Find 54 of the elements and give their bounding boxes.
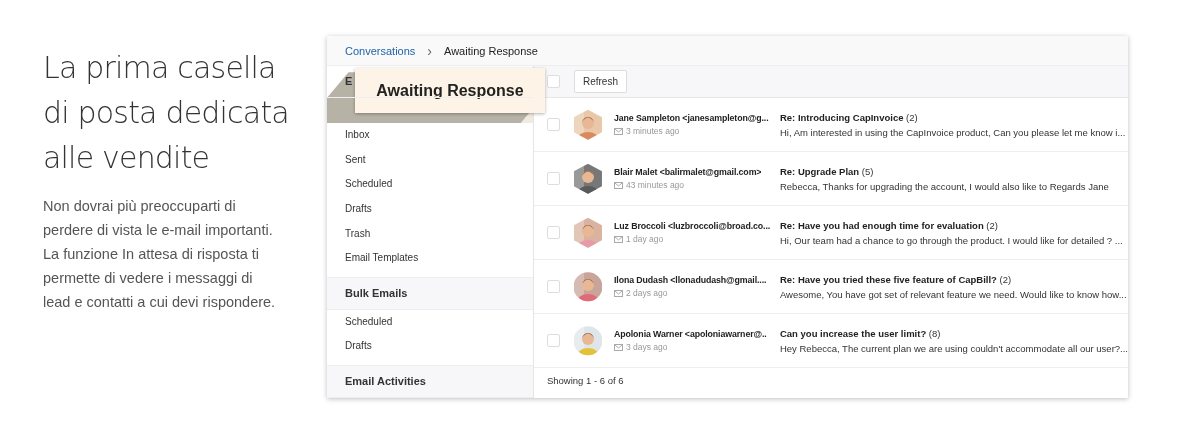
select-all-checkbox[interactable] bbox=[546, 75, 560, 89]
envelope-icon bbox=[613, 289, 623, 297]
thread-count: (2) bbox=[986, 219, 998, 231]
message-time: 1 day ago bbox=[625, 234, 664, 245]
sidebar-item[interactable]: Scheduled bbox=[327, 309, 533, 335]
sidebar-item[interactable]: Email Templates bbox=[327, 246, 533, 271]
sender-name: Apolonia Warner <apoloniawarner@.. bbox=[613, 329, 768, 340]
sidebar-section-header: Bulk Emails bbox=[327, 276, 533, 310]
sidebar-item[interactable]: Awaiting Response bbox=[355, 68, 545, 114]
sidebar-item[interactable]: Scheduled bbox=[327, 172, 533, 198]
sender-name: Luz Broccoli <luzbroccoli@broad.co... bbox=[613, 221, 772, 232]
message-preview: Hi, Am interested in using the CapInvoice product, Can you please let me know i... bbox=[779, 126, 1126, 138]
description: Non dovrai più preoccuparti di perdere di vista le e-mail importanti. La funzione In attesa di risposta ti permette di vedere i messaggi di lead e contatti a cui devi rispondere. bbox=[43, 197, 277, 312]
thread-count: (2) bbox=[906, 111, 918, 123]
headline: La prima casella di posta dedicata alle vendite bbox=[43, 49, 290, 177]
sidebar-item[interactable]: Trash bbox=[327, 221, 533, 247]
row-checkbox[interactable] bbox=[546, 118, 560, 132]
envelope-icon bbox=[613, 235, 623, 243]
row-checkbox[interactable] bbox=[546, 172, 560, 186]
message-preview: Awesome, You have got set of relevant feature we need. Would like to know how... bbox=[779, 288, 1127, 300]
message-preview: Hey Rebecca, The current plan we are using couldn't accommodate all our user?... bbox=[779, 342, 1128, 354]
message-time: 3 minutes ago bbox=[625, 126, 680, 137]
refresh-button[interactable]: Refresh bbox=[573, 70, 627, 94]
thread-count: (2) bbox=[999, 273, 1012, 285]
message-subject: Re: Introducing CapInvoice bbox=[779, 111, 904, 123]
breadcrumb-current: Awaiting Response bbox=[444, 44, 538, 57]
message-subject: Re: Have you had enough time for evaluation bbox=[779, 219, 984, 231]
sidebar-item[interactable]: Drafts bbox=[327, 334, 533, 359]
message-subject: Can you increase the user limit? bbox=[779, 327, 927, 339]
envelope-icon bbox=[613, 343, 623, 351]
message-subject: Re: Have you tried these five feature of CapBill? bbox=[779, 273, 997, 285]
row-checkbox[interactable] bbox=[546, 226, 560, 240]
envelope-icon bbox=[613, 127, 623, 135]
sidebar-section-header: Email Activities bbox=[327, 365, 533, 398]
sidebar-item[interactable]: Drafts bbox=[327, 197, 533, 222]
message-preview: Hi, Our team had a chance to go through the product. I would like for detailed ? ... bbox=[779, 234, 1123, 246]
row-checkbox[interactable] bbox=[546, 280, 560, 294]
row-checkbox[interactable] bbox=[546, 334, 560, 348]
sender-name: Jane Sampleton <janesampleton@g... bbox=[613, 113, 770, 124]
breadcrumb-link[interactable]: Conversations bbox=[345, 44, 416, 57]
message-time: 43 minutes ago bbox=[625, 180, 685, 191]
message-time: 2 days ago bbox=[625, 288, 668, 299]
envelope-icon bbox=[613, 181, 623, 189]
message-time: 3 days ago bbox=[625, 342, 668, 353]
message-preview: Rebecca, Thanks for upgrading the account, I would also like to Regards Jane bbox=[779, 180, 1109, 192]
message-subject: Re: Upgrade Plan bbox=[779, 165, 860, 177]
sender-name: Blair Malet <balirmalet@gmail.com> bbox=[613, 167, 763, 178]
sender-name: Ilona Dudash <llonadudash@gmail.... bbox=[613, 275, 768, 286]
thread-count: (8) bbox=[928, 327, 941, 339]
thread-count: (5) bbox=[861, 165, 874, 177]
pagination-summary: Showing 1 - 6 of 6 bbox=[545, 374, 625, 389]
chevron-icon: › bbox=[427, 42, 432, 59]
sidebar-item[interactable]: Sent bbox=[327, 147, 533, 173]
sidebar-item[interactable]: Inbox bbox=[327, 123, 533, 148]
